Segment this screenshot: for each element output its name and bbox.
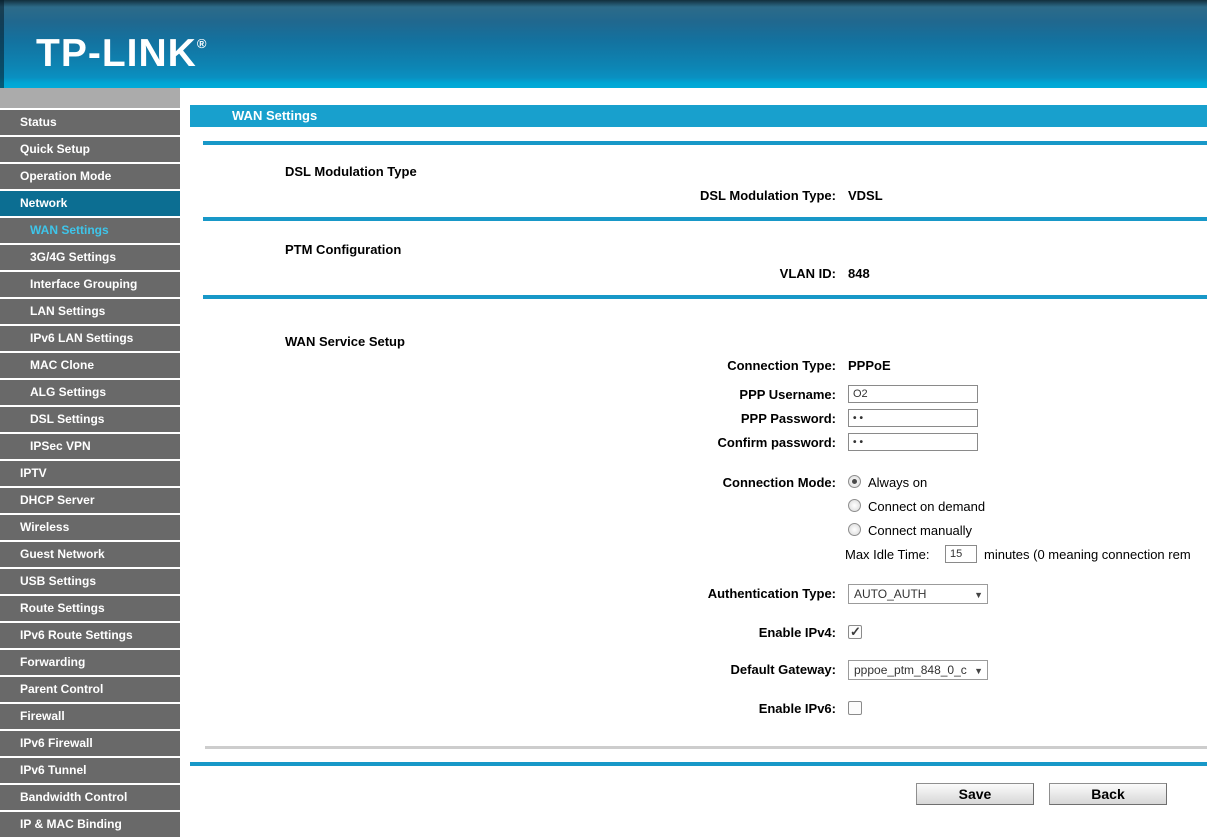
enable-ipv6-checkbox[interactable] xyxy=(848,701,862,715)
section-divider xyxy=(203,141,1207,145)
sidebar-item-ip-mac-binding[interactable]: IP & MAC Binding xyxy=(0,812,180,837)
sidebar-item-ipsec-vpn[interactable]: IPSec VPN xyxy=(0,434,180,459)
ppp-password-label: PPP Password: xyxy=(740,411,836,426)
app-header: TP-LINK® xyxy=(0,0,1207,88)
vlan-id-value: 848 xyxy=(848,266,870,281)
section-divider xyxy=(203,217,1207,221)
connection-type-label: Connection Type: xyxy=(727,358,836,373)
footer-divider-blue xyxy=(190,762,1207,766)
section-divider xyxy=(203,295,1207,299)
confirm-password-label: Confirm password: xyxy=(717,435,836,450)
always-on-radio[interactable] xyxy=(848,475,861,488)
connection-mode-label: Connection Mode: xyxy=(722,475,836,490)
ptm-section-header: PTM Configuration xyxy=(285,242,402,257)
sidebar-item-mac-clone[interactable]: MAC Clone xyxy=(0,353,180,378)
sidebar-item-alg-settings[interactable]: ALG Settings xyxy=(0,380,180,405)
sidebar-item-network[interactable]: Network xyxy=(0,191,180,216)
enable-ipv4-label: Enable IPv4: xyxy=(758,625,836,640)
sidebar-item-3g-4g-settings[interactable]: 3G/4G Settings xyxy=(0,245,180,270)
dropdown-arrow-icon: ▼ xyxy=(974,590,983,600)
default-gateway-selected-value: pppoe_ptm_848_0_c xyxy=(854,663,967,677)
connect-on-demand-radio[interactable] xyxy=(848,499,861,512)
sidebar-item-dsl-settings[interactable]: DSL Settings xyxy=(0,407,180,432)
sidebar-item-route-settings[interactable]: Route Settings xyxy=(0,596,180,621)
max-idle-time-suffix: minutes (0 meaning connection rem xyxy=(984,547,1191,562)
sidebar-item-bandwidth-control[interactable]: Bandwidth Control xyxy=(0,785,180,810)
default-gateway-label: Default Gateway: xyxy=(730,662,836,677)
ppp-username-label: PPP Username: xyxy=(739,387,836,402)
sidebar-item-status[interactable]: Status xyxy=(0,110,180,135)
authentication-type-select[interactable]: AUTO_AUTH ▼ xyxy=(848,584,988,604)
sidebar-item-interface-grouping[interactable]: Interface Grouping xyxy=(0,272,180,297)
connect-manually-radio[interactable] xyxy=(848,523,861,536)
enable-ipv4-checkbox[interactable] xyxy=(848,624,862,640)
sidebar-item-ipv6-tunnel[interactable]: IPv6 Tunnel xyxy=(0,758,180,783)
connection-type-value: PPPoE xyxy=(848,358,891,373)
sidebar-item-lan-settings[interactable]: LAN Settings xyxy=(0,299,180,324)
authentication-type-selected-value: AUTO_AUTH xyxy=(854,587,927,601)
connect-on-demand-radio-label[interactable]: Connect on demand xyxy=(868,499,985,514)
ppp-password-input[interactable] xyxy=(848,409,978,427)
sidebar-item-iptv[interactable]: IPTV xyxy=(0,461,180,486)
sidebar-item-dhcp-server[interactable]: DHCP Server xyxy=(0,488,180,513)
dropdown-arrow-icon: ▼ xyxy=(974,666,983,676)
enable-ipv6-label: Enable IPv6: xyxy=(758,701,836,716)
max-idle-time-input[interactable] xyxy=(945,545,977,563)
default-gateway-select[interactable]: pppoe_ptm_848_0_c ▼ xyxy=(848,660,988,680)
sidebar-item-usb-settings[interactable]: USB Settings xyxy=(0,569,180,594)
dsl-modulation-type-value: VDSL xyxy=(848,188,883,203)
sidebar-item-quick-setup[interactable]: Quick Setup xyxy=(0,137,180,162)
sidebar-item-firewall[interactable]: Firewall xyxy=(0,704,180,729)
authentication-type-label: Authentication Type: xyxy=(707,586,836,601)
sidebar-item-operation-mode[interactable]: Operation Mode xyxy=(0,164,180,189)
sidebar-item-ipv6-lan-settings[interactable]: IPv6 LAN Settings xyxy=(0,326,180,351)
sidebar-menu: Status Quick Setup Operation Mode Network WA… xyxy=(0,88,180,839)
dsl-modulation-type-label: DSL Modulation Type: xyxy=(699,188,836,203)
vlan-id-label: VLAN ID: xyxy=(779,266,836,281)
dsl-section-header: DSL Modulation Type xyxy=(285,164,417,179)
registered-mark: ® xyxy=(196,36,207,51)
footer-divider xyxy=(205,746,1207,749)
connect-manually-radio-label[interactable]: Connect manually xyxy=(868,523,972,538)
back-button[interactable]: Back xyxy=(1049,783,1167,805)
page-title: WAN Settings xyxy=(190,105,1207,127)
sidebar-top-spacer xyxy=(0,88,180,108)
sidebar-item-guest-network[interactable]: Guest Network xyxy=(0,542,180,567)
max-idle-time-label: Max Idle Time: xyxy=(845,547,930,562)
sidebar-item-ipv6-firewall[interactable]: IPv6 Firewall xyxy=(0,731,180,756)
sidebar-item-wireless[interactable]: Wireless xyxy=(0,515,180,540)
save-button[interactable]: Save xyxy=(916,783,1034,805)
confirm-password-input[interactable] xyxy=(848,433,978,451)
sidebar-item-forwarding[interactable]: Forwarding xyxy=(0,650,180,675)
wan-service-section-header: WAN Service Setup xyxy=(285,334,405,349)
always-on-radio-label[interactable]: Always on xyxy=(868,475,927,490)
sidebar-item-ipv6-route-settings[interactable]: IPv6 Route Settings xyxy=(0,623,180,648)
sidebar-item-parent-control[interactable]: Parent Control xyxy=(0,677,180,702)
ppp-username-input[interactable] xyxy=(848,385,978,403)
tplink-logo: TP-LINK® xyxy=(36,32,207,75)
sidebar-item-wan-settings[interactable]: WAN Settings xyxy=(0,218,180,243)
